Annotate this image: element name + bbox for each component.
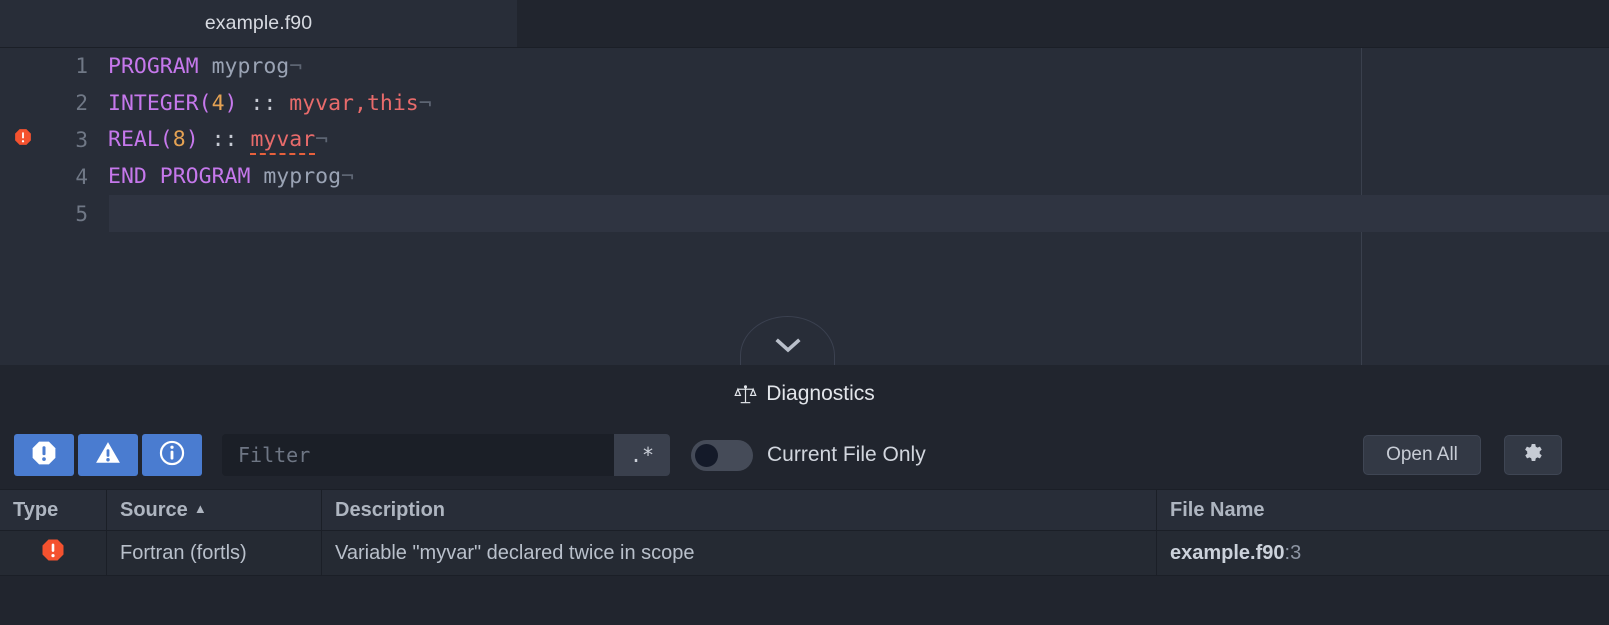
code-token: :: — [211, 127, 238, 153]
editor-tab-example-f90[interactable]: example.f90 — [0, 0, 517, 47]
column-header-source[interactable]: Source ▲ — [107, 490, 322, 530]
cell-source: Fortran (fortls) — [107, 531, 322, 575]
current-file-only-toggle[interactable] — [691, 439, 753, 471]
filter-field-wrapper: .* — [222, 434, 670, 476]
code-token: ) — [185, 127, 199, 153]
info-circle-icon — [159, 440, 185, 471]
code-text: REAL(8) :: myvar ¬ — [108, 122, 328, 159]
column-header-type[interactable]: Type — [0, 490, 107, 530]
code-token: END — [108, 164, 147, 190]
file-line-text: :3 — [1284, 541, 1302, 564]
tab-bar-empty-area — [517, 0, 1609, 47]
code-editor[interactable]: 1 PROGRAM myprog ¬ 2 INTEGER(4) :: myvar, thi… — [0, 48, 1609, 365]
code-token: PROGRAM — [108, 53, 199, 79]
error-octagon-icon — [41, 538, 65, 568]
line-number: 2 — [75, 91, 88, 116]
table-empty-area — [0, 577, 1609, 625]
code-token: PROGRAM — [159, 164, 251, 190]
code-token: ) — [224, 90, 238, 116]
diagnostics-panel: Diagnostics Filter .* Current File Only … — [0, 365, 1609, 625]
regex-toggle-button[interactable]: .* — [614, 434, 670, 476]
eol-marker: ¬ — [418, 90, 432, 116]
cell-file-name: example.f90:3 — [1157, 531, 1609, 575]
filter-info-button[interactable] — [142, 434, 202, 476]
code-token: myvar — [250, 127, 316, 156]
eol-marker: ¬ — [341, 164, 354, 190]
code-token: ( — [198, 90, 212, 116]
cell-description: Variable "myvar" declared twice in scope — [322, 531, 1157, 575]
cell-type — [0, 531, 107, 575]
line-number: 1 — [75, 54, 88, 79]
code-text: INTEGER(4) :: myvar, this ¬ — [108, 85, 432, 122]
code-token: ( — [159, 127, 173, 153]
sort-ascending-icon: ▲ — [193, 500, 207, 516]
open-all-button[interactable]: Open All — [1363, 435, 1481, 475]
scales-icon — [734, 383, 757, 406]
code-text: END PROGRAM myprog ¬ — [108, 158, 354, 195]
panel-title: Diagnostics — [0, 382, 1609, 406]
code-line[interactable]: 3 REAL(8) :: myvar ¬ — [0, 122, 1609, 159]
file-name-text: example.f90 — [1170, 541, 1285, 564]
toggle-knob — [695, 443, 718, 467]
line-number: 4 — [75, 164, 88, 189]
code-token: INTEGER — [108, 90, 199, 116]
panel-collapse-handle[interactable] — [740, 316, 835, 365]
column-header-source-label: Source — [120, 498, 188, 521]
code-token: myprog — [211, 53, 290, 79]
column-header-file-name[interactable]: File Name — [1157, 490, 1609, 530]
diagnostics-toolbar: .* Current File Only Open All — [0, 431, 1609, 487]
code-token: myvar — [289, 90, 354, 116]
chevron-down-icon — [774, 338, 801, 354]
editor-tab-bar: example.f90 — [0, 0, 1609, 48]
table-row[interactable]: Fortran (fortls) Variable "myvar" declar… — [0, 531, 1609, 576]
eol-marker: ¬ — [315, 127, 329, 153]
code-token: myprog — [263, 164, 342, 190]
settings-button[interactable] — [1504, 435, 1562, 475]
code-token: , — [354, 90, 367, 116]
filter-input[interactable] — [222, 434, 614, 476]
code-token: 8 — [172, 127, 186, 153]
code-line[interactable]: 4 END PROGRAM myprog ¬ — [0, 158, 1609, 195]
code-line[interactable]: 1 PROGRAM myprog ¬ — [0, 48, 1609, 85]
table-header-row: Type Source ▲ Description File Name — [0, 489, 1609, 531]
code-token: 4 — [211, 90, 225, 116]
code-token: REAL — [108, 127, 160, 153]
code-text: PROGRAM myprog ¬ — [108, 48, 302, 85]
current-file-only-row: Current File Only — [691, 434, 926, 476]
code-lines: 1 PROGRAM myprog ¬ 2 INTEGER(4) :: myvar, thi… — [0, 48, 1609, 232]
gear-icon — [1521, 440, 1546, 470]
code-token: :: — [250, 90, 277, 116]
warning-triangle-icon — [95, 440, 121, 471]
filter-warnings-button[interactable] — [78, 434, 138, 476]
ide-window: example.f90 1 PROGRAM myprog ¬ 2 INTEGER(4) … — [0, 0, 1609, 625]
filter-errors-button[interactable] — [14, 434, 74, 476]
code-token: this — [366, 90, 419, 116]
current-file-only-label: Current File Only — [767, 443, 926, 466]
code-line[interactable]: 5 — [0, 195, 1609, 232]
code-line[interactable]: 2 INTEGER(4) :: myvar, this ¬ — [0, 85, 1609, 122]
severity-filter-group — [14, 434, 202, 476]
column-header-description-label: Description — [335, 498, 446, 521]
column-header-file-name-label: File Name — [1170, 498, 1265, 521]
column-header-description[interactable]: Description — [322, 490, 1157, 530]
line-number: 5 — [75, 201, 88, 226]
column-header-type-label: Type — [13, 498, 59, 521]
editor-tab-label: example.f90 — [204, 12, 313, 34]
eol-marker: ¬ — [289, 53, 303, 79]
panel-title-label: Diagnostics — [766, 382, 875, 405]
diagnostics-table: Type Source ▲ Description File Name Fort… — [0, 489, 1609, 576]
current-line-highlight — [109, 195, 1609, 232]
error-octagon-icon — [31, 440, 57, 471]
line-number: 3 — [75, 127, 88, 152]
